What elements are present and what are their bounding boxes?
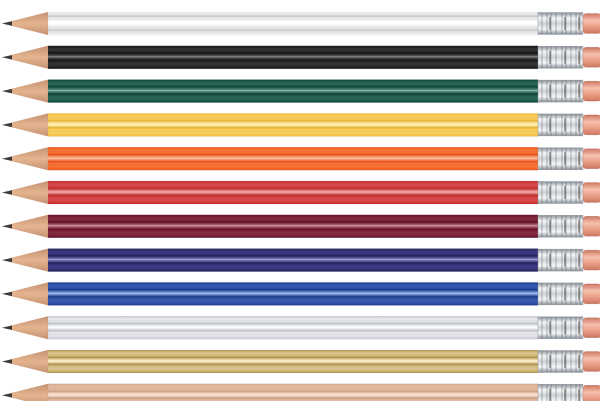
ferrule-crimp xyxy=(549,186,551,199)
pencil-eraser xyxy=(582,114,600,136)
ferrule-crimp xyxy=(549,118,551,132)
ferrule-crimp xyxy=(578,118,580,132)
pencil-barrel xyxy=(47,45,539,70)
pencil-lead xyxy=(2,359,12,364)
pencil-white xyxy=(2,11,600,36)
ferrule-crimp xyxy=(549,287,551,301)
ferrule-crimp xyxy=(564,17,566,30)
pencil-barrel xyxy=(47,79,539,103)
ferrule-crimp xyxy=(578,17,580,30)
ferrule-crimp xyxy=(564,118,566,132)
pencil-eraser xyxy=(582,13,600,34)
pencil-eraser xyxy=(582,182,600,203)
pencil-lead xyxy=(2,257,12,263)
ferrule-crimp xyxy=(549,253,551,267)
ferrule-crimp xyxy=(564,287,566,301)
ferrule-crimp xyxy=(549,50,551,64)
ferrule-crimp xyxy=(578,84,580,98)
pencil-orange xyxy=(2,146,600,171)
ferrule-crimp xyxy=(578,50,580,64)
pencil-barrel xyxy=(47,282,539,306)
ferrule-crimp xyxy=(564,84,566,98)
pencil-barrel xyxy=(47,315,539,340)
ferrule-crimp xyxy=(578,355,580,368)
ferrule-crimp xyxy=(564,388,566,401)
ferrule-crimp xyxy=(549,152,551,166)
pencil-eraser xyxy=(582,80,600,102)
pencils-layer xyxy=(2,11,600,401)
pencil-black xyxy=(2,45,600,70)
pencil-barrel xyxy=(47,11,539,36)
pencil-lead xyxy=(2,21,12,26)
pencil-barrel xyxy=(47,248,539,272)
pencil-barrel xyxy=(47,383,539,401)
pencil-barrel xyxy=(47,146,539,171)
ferrule-crimp xyxy=(578,186,580,199)
pencil-maroon xyxy=(2,214,600,239)
pencil-gold xyxy=(2,349,600,374)
ferrule-crimp xyxy=(549,219,551,233)
pencil-red xyxy=(2,180,600,205)
pencil-lead xyxy=(2,393,12,398)
ferrule-crimp xyxy=(564,50,566,64)
pencil-lead xyxy=(2,122,12,128)
pencil-eraser xyxy=(582,283,600,305)
pencil-lead xyxy=(2,190,12,195)
pencil-yellow xyxy=(2,113,600,137)
pencil-lead xyxy=(2,325,12,330)
pencil-tip-wood xyxy=(2,383,48,401)
ferrule-crimp xyxy=(578,321,580,335)
ferrule-crimp xyxy=(549,321,551,335)
pencil-barrel xyxy=(47,180,539,205)
pencil-navy xyxy=(2,248,600,272)
ferrule-crimp xyxy=(564,253,566,267)
ferrule-crimp xyxy=(578,152,580,166)
pencil-eraser xyxy=(582,317,600,338)
ferrule-crimp xyxy=(564,321,566,335)
pencil-eraser xyxy=(582,47,600,68)
ferrule-crimp xyxy=(564,152,566,166)
pencil-lead xyxy=(2,88,12,94)
pencil-eraser xyxy=(582,351,600,372)
ferrule-crimp xyxy=(578,388,580,401)
ferrule-crimp xyxy=(564,186,566,199)
pencil-green xyxy=(2,79,600,103)
pencil-stage xyxy=(2,11,600,401)
pencil-lead xyxy=(2,224,12,229)
ferrule-crimp xyxy=(549,84,551,98)
pencil-eraser xyxy=(582,216,600,237)
ferrule-crimp xyxy=(578,219,580,233)
ferrule-crimp xyxy=(549,355,551,368)
pencil-blue xyxy=(2,282,600,306)
pencil-barrel xyxy=(47,349,539,374)
pencil-eraser xyxy=(582,385,600,401)
pencil-natural xyxy=(2,383,600,401)
ferrule-crimp xyxy=(578,253,580,267)
ferrule-crimp xyxy=(564,219,566,233)
ferrule-crimp xyxy=(564,355,566,368)
pencil-barrel xyxy=(47,113,539,137)
ferrule-crimp xyxy=(578,287,580,301)
pencil-silver xyxy=(2,315,600,340)
pencil-eraser xyxy=(582,148,600,169)
pencil-lead xyxy=(2,55,12,60)
pencil-eraser xyxy=(582,249,600,271)
pencil-barrel xyxy=(47,214,539,239)
ferrule-crimp xyxy=(549,17,551,30)
pencil-lead xyxy=(2,156,12,161)
ferrule-crimp xyxy=(549,388,551,401)
pencil-lead xyxy=(2,291,12,297)
